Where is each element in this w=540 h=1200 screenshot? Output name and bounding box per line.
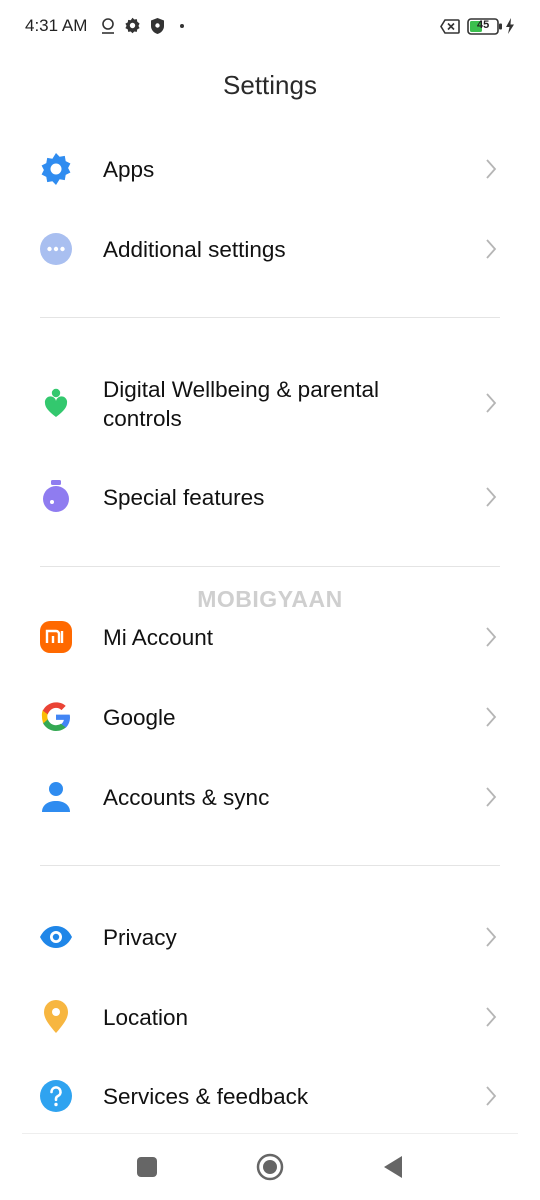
chevron-right-icon — [486, 927, 497, 947]
charging-icon — [506, 18, 514, 34]
settings-item-accounts-sync[interactable]: Accounts & sync — [0, 766, 540, 828]
settings-item-label-line2: controls — [103, 406, 182, 431]
settings-item-label: Services & feedback — [103, 1084, 309, 1109]
potion-icon — [43, 480, 69, 512]
settings-item-label: Additional settings — [103, 237, 286, 262]
battery-level: 45 — [477, 19, 490, 31]
settings-item-label: Location — [103, 1005, 189, 1030]
settings-item-apps[interactable]: Apps — [0, 138, 540, 200]
section-divider — [40, 317, 500, 318]
settings-item-location[interactable]: Location — [0, 986, 540, 1048]
settings-item-privacy[interactable]: Privacy — [0, 906, 540, 968]
settings-item-label: Special features — [103, 485, 265, 510]
chevron-right-icon — [486, 1086, 497, 1106]
chevron-right-icon — [486, 393, 497, 413]
settings-item-label: Google — [103, 705, 176, 730]
mi-logo-icon — [40, 621, 72, 653]
back-icon[interactable] — [378, 1152, 408, 1182]
chevron-right-icon — [486, 239, 497, 259]
no-sim-icon — [440, 19, 460, 34]
chevron-right-icon — [486, 627, 497, 647]
google-g-icon — [41, 702, 70, 731]
status-time: 4:31 AM — [25, 16, 88, 35]
home-icon[interactable] — [255, 1152, 285, 1182]
settings-item-mi-account[interactable]: Mi Account — [0, 606, 540, 668]
gear-icon — [125, 17, 140, 34]
chevron-right-icon — [486, 487, 497, 507]
chevron-right-icon — [486, 707, 497, 727]
wellbeing-heart-icon — [44, 388, 68, 417]
chevron-right-icon — [486, 1007, 497, 1027]
settings-item-label-line1: Digital Wellbeing & parental — [103, 377, 379, 402]
section-divider — [40, 566, 500, 567]
settings-item-label: Privacy — [103, 925, 177, 950]
settings-item-additional-settings[interactable]: Additional settings — [0, 218, 540, 280]
location-pin-icon — [44, 1000, 68, 1033]
more-dots-icon — [40, 233, 72, 265]
status-bar: 4:31 AM 45 — [0, 0, 540, 54]
location-icon — [102, 18, 114, 34]
settings-item-special-features[interactable]: Special features — [0, 466, 540, 528]
chevron-right-icon — [486, 787, 497, 807]
gear-icon — [41, 153, 71, 185]
person-icon — [42, 782, 70, 812]
settings-item-label: Apps — [103, 157, 155, 182]
settings-item-google[interactable]: Google — [0, 686, 540, 748]
eye-icon — [40, 926, 72, 948]
help-icon — [40, 1080, 72, 1112]
settings-item-digital-wellbeing[interactable]: Digital Wellbeing & parental controls — [0, 366, 540, 442]
settings-item-services-feedback[interactable]: Services & feedback — [0, 1065, 540, 1127]
section-divider — [40, 865, 500, 866]
navigation-bar — [0, 1134, 540, 1200]
recents-icon[interactable] — [132, 1152, 162, 1182]
notification-dot — [180, 24, 184, 28]
shield-icon — [151, 18, 164, 34]
page-title: Settings — [223, 70, 317, 100]
settings-item-label: Mi Account — [103, 625, 214, 650]
chevron-right-icon — [486, 159, 497, 179]
settings-item-label: Accounts & sync — [103, 785, 270, 810]
